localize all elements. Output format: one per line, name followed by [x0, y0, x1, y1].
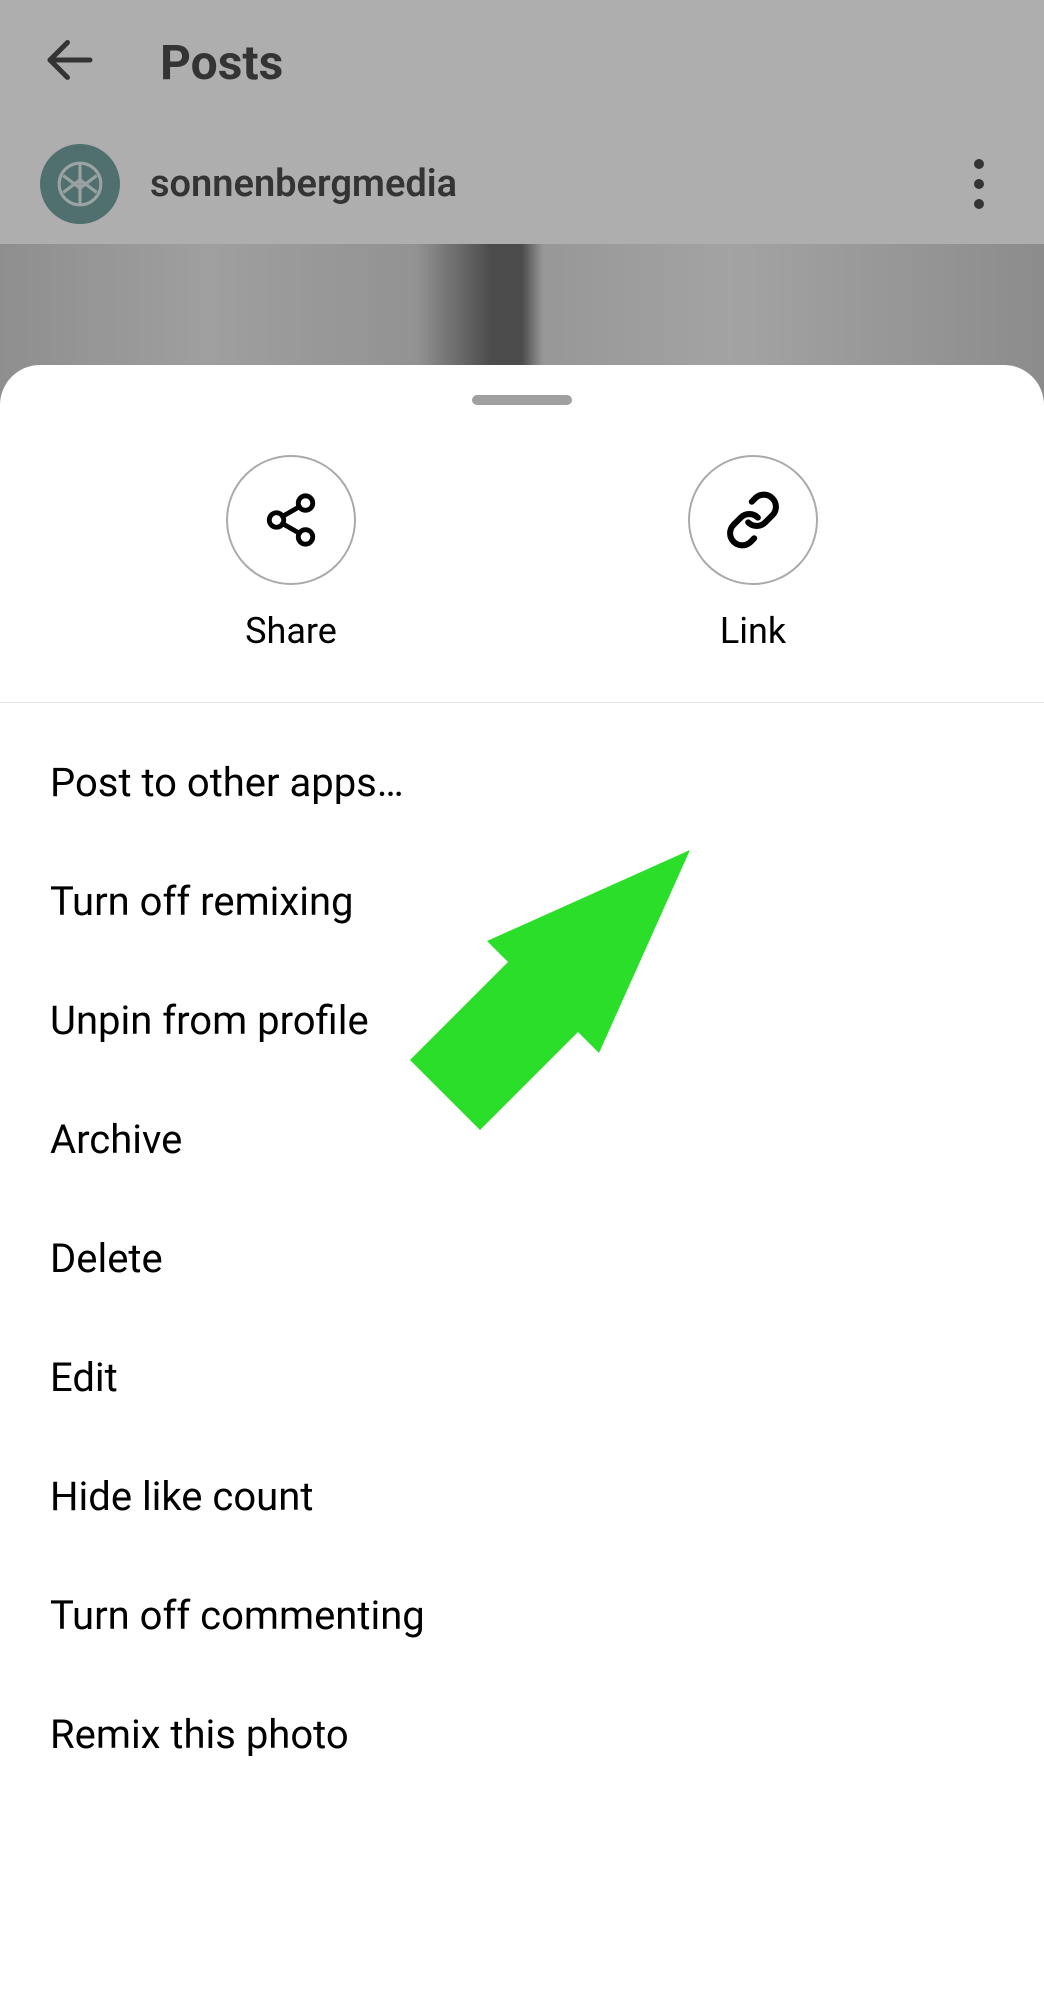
menu-item-edit[interactable]: Edit: [0, 1318, 1044, 1437]
share-icon: [226, 455, 356, 585]
sheet-menu-list: Post to other apps… Turn off remixing Un…: [0, 703, 1044, 1814]
menu-item-post-other-apps[interactable]: Post to other apps…: [0, 723, 1044, 842]
avatar[interactable]: [40, 144, 120, 224]
menu-item-remix-photo[interactable]: Remix this photo: [0, 1675, 1044, 1794]
page-header: Posts: [0, 0, 1044, 124]
page-title: Posts: [160, 34, 283, 91]
drag-handle[interactable]: [472, 395, 572, 405]
link-icon: [688, 455, 818, 585]
menu-item-turn-off-commenting[interactable]: Turn off commenting: [0, 1556, 1044, 1675]
back-arrow-icon[interactable]: [40, 30, 100, 94]
more-options-icon[interactable]: [954, 149, 1004, 219]
sheet-action-row: Share Link: [0, 435, 1044, 703]
username-label[interactable]: sonnenbergmedia: [150, 162, 457, 206]
menu-item-delete[interactable]: Delete: [0, 1199, 1044, 1318]
link-button[interactable]: Link: [688, 455, 818, 652]
bottom-sheet: Share Link Post to other apps… Turn off …: [0, 365, 1044, 1999]
menu-item-unpin-from-profile[interactable]: Unpin from profile: [0, 961, 1044, 1080]
post-author-row: sonnenbergmedia: [0, 124, 1044, 244]
menu-item-hide-like-count[interactable]: Hide like count: [0, 1437, 1044, 1556]
share-button[interactable]: Share: [226, 455, 356, 652]
link-label: Link: [720, 610, 786, 652]
menu-item-archive[interactable]: Archive: [0, 1080, 1044, 1199]
share-label: Share: [245, 610, 337, 652]
menu-item-turn-off-remixing[interactable]: Turn off remixing: [0, 842, 1044, 961]
